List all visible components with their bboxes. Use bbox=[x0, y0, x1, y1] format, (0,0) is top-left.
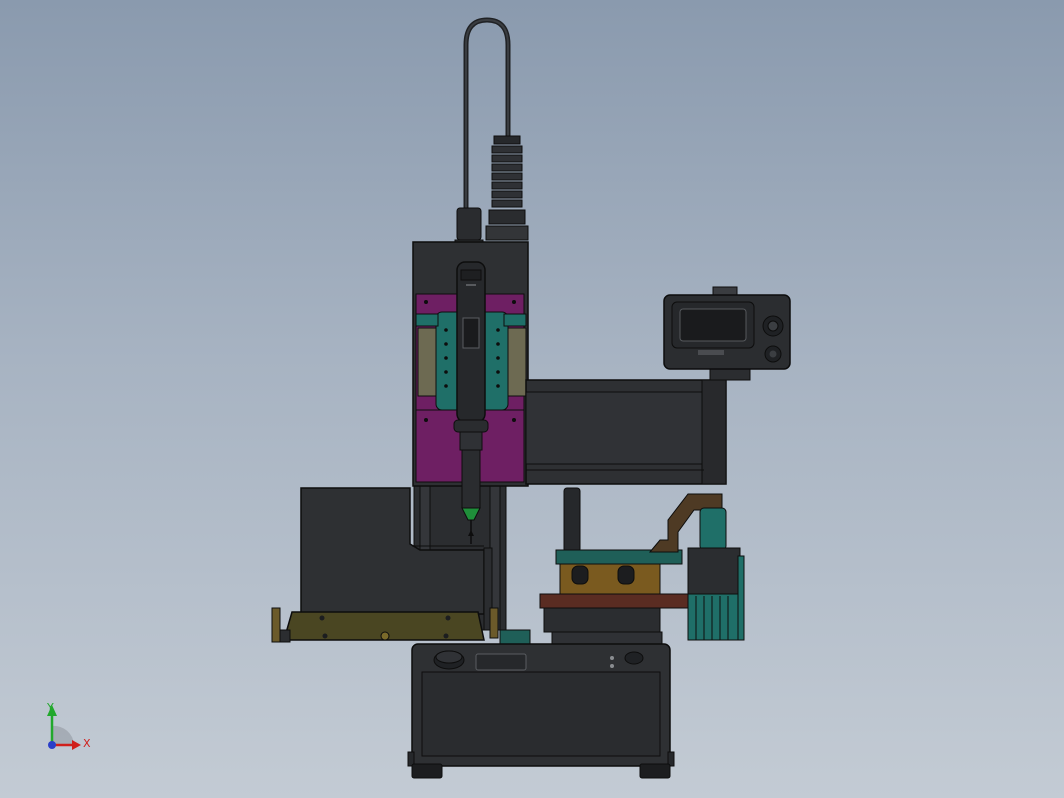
pneumatic-valve bbox=[648, 493, 745, 641]
triad-x-label: X bbox=[83, 737, 91, 750]
cad-viewport[interactable]: Y X bbox=[0, 0, 1064, 798]
x-axis-beam bbox=[525, 379, 727, 485]
controller-display bbox=[663, 286, 791, 381]
triad-y-label: Y bbox=[46, 701, 54, 714]
controller-base bbox=[407, 643, 675, 779]
coordinate-triad: Y X bbox=[46, 701, 91, 750]
feeder-base-plate bbox=[271, 607, 499, 643]
